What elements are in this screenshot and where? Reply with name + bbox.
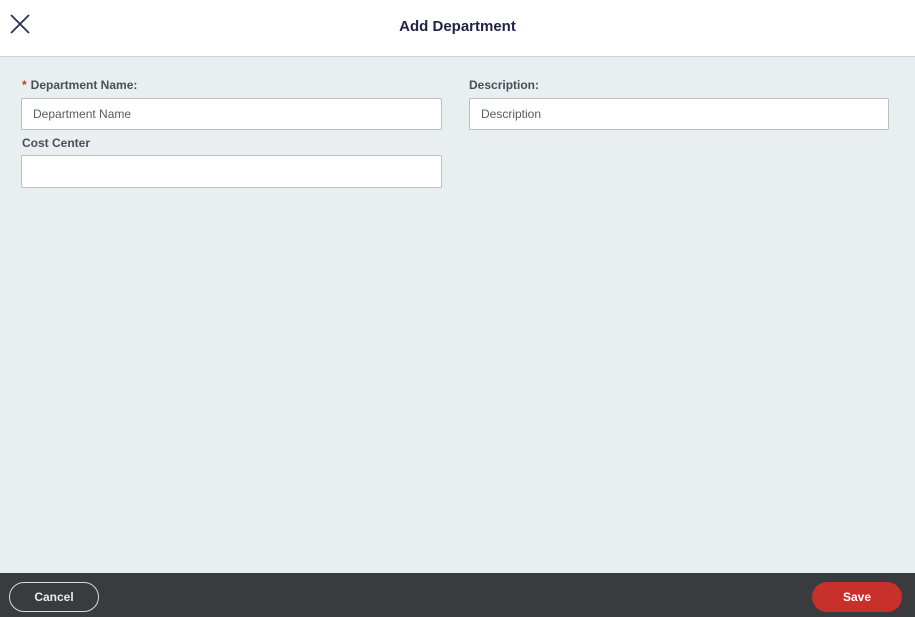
description-label: Description: bbox=[469, 78, 540, 92]
form-area: *Department Name: Description: Cost Cent… bbox=[0, 57, 915, 573]
department-name-label-text: Department Name: bbox=[30, 78, 138, 92]
department-name-input[interactable] bbox=[21, 98, 442, 130]
required-marker: * bbox=[22, 78, 27, 92]
dialog-footer: Cancel Save bbox=[0, 573, 915, 617]
department-name-label: * Department Name: bbox=[22, 78, 137, 92]
dialog-title: Add Department bbox=[399, 18, 516, 35]
save-button[interactable]: Save bbox=[812, 582, 902, 612]
cost-center-label: Cost Center bbox=[22, 136, 91, 150]
cost-center-input[interactable] bbox=[21, 155, 442, 188]
description-input[interactable] bbox=[469, 98, 889, 130]
cancel-button[interactable]: Cancel bbox=[9, 582, 99, 612]
dialog-header: Add Department bbox=[0, 0, 915, 57]
